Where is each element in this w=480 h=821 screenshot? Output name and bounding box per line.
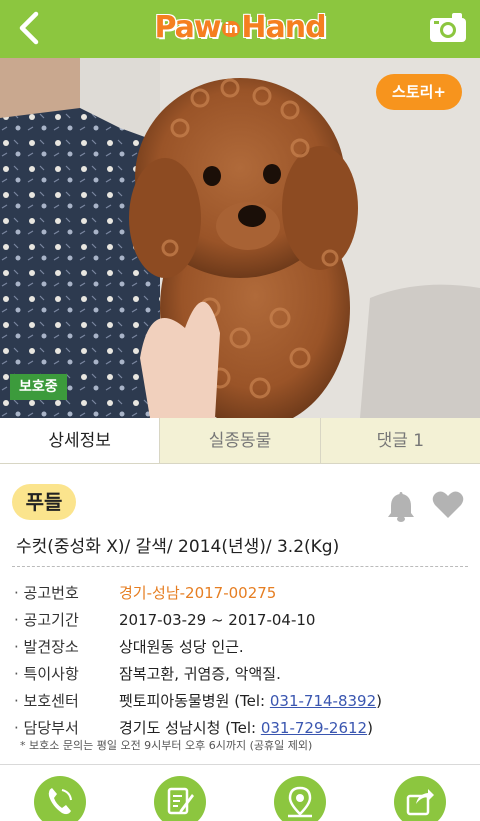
info-label: 발견장소: [14, 634, 119, 661]
info-row-features: 특이사항 잠복고환, 귀염증, 악액질.: [14, 661, 474, 688]
info-row-found-place: 발견장소 상대원동 성당 인근.: [14, 634, 474, 661]
info-label: 공고기간: [14, 607, 119, 634]
center-tel-prefix: (Tel:: [234, 692, 270, 710]
dept-tel-suffix: ): [367, 719, 373, 737]
share-button[interactable]: [394, 776, 446, 821]
center-tel-suffix: ): [376, 692, 382, 710]
section-divider-top: [12, 566, 468, 567]
department-name: 경기도 성남시청: [119, 719, 221, 737]
phone-icon: [48, 788, 72, 815]
info-row-center: 보호센터 펫토피아동물병원 (Tel: 031-714-8392): [14, 688, 474, 715]
protection-status-badge: 보호중: [10, 374, 67, 400]
info-row-notice-number: 공고번호 경기-성남-2017-00275: [14, 580, 474, 607]
camera-button[interactable]: [428, 10, 468, 46]
call-button[interactable]: [34, 776, 86, 821]
info-row-period: 공고기간 2017-03-29 ~ 2017-04-10: [14, 607, 474, 634]
detail-tabs: 상세정보 실종동물 댓글 1: [0, 418, 480, 464]
info-label: 공고번호: [14, 580, 119, 607]
story-button[interactable]: 스토리+: [376, 74, 462, 110]
department-phone-link[interactable]: 031-729-2612: [261, 719, 367, 737]
bottom-divider: [0, 764, 480, 765]
info-list: 공고번호 경기-성남-2017-00275 공고기간 2017-03-29 ~ …: [14, 580, 474, 742]
app-logo: Paw in Hand: [0, 10, 480, 45]
features-value: 잠복고환, 귀염증, 악액질.: [119, 665, 281, 683]
share-icon: [406, 789, 434, 816]
center-value: 펫토피아동물병원 (Tel: 031-714-8392): [119, 688, 382, 715]
tab-comments[interactable]: 댓글 1: [319, 418, 480, 463]
found-place-value: 상대원동 성당 인근.: [119, 638, 244, 656]
info-label: 특이사항: [14, 661, 119, 688]
inquiry-hours-note: * 보호소 문의는 평일 오전 9시부터 오후 6시까지 (공휴일 제외): [20, 739, 313, 752]
heart-icon: [432, 491, 464, 518]
breed-badge: 푸들: [12, 484, 76, 520]
bell-icon: [388, 492, 414, 522]
write-post-button[interactable]: [154, 776, 206, 821]
map-button[interactable]: [274, 776, 326, 821]
logo-part-hand: Hand: [241, 10, 326, 45]
info-label: 보호센터: [14, 688, 119, 715]
notification-button[interactable]: [386, 490, 416, 522]
favorite-button[interactable]: [432, 490, 464, 520]
animal-photo[interactable]: 스토리+ 보호중: [0, 58, 480, 418]
animal-summary: 수컷(중성화 X)/ 갈색/ 2014(년생)/ 3.2(Kg): [16, 537, 340, 557]
logo-part-paw: Paw: [154, 10, 221, 45]
map-pin-icon: [288, 786, 312, 818]
logo-part-in: in: [221, 20, 241, 37]
dept-tel-prefix: (Tel:: [225, 719, 261, 737]
center-name: 펫토피아동물병원: [119, 692, 230, 710]
write-icon: [167, 787, 194, 815]
app-header: Paw in Hand: [0, 0, 480, 58]
center-phone-link[interactable]: 031-714-8392: [270, 692, 376, 710]
period-value: 2017-03-29 ~ 2017-04-10: [119, 611, 316, 629]
tab-details[interactable]: 상세정보: [0, 418, 160, 463]
poodle-photo-image: [0, 58, 480, 418]
notice-number-value: 경기-성남-2017-00275: [119, 584, 277, 602]
tab-missing-animals[interactable]: 실종동물: [159, 418, 320, 463]
camera-icon: [430, 13, 466, 42]
